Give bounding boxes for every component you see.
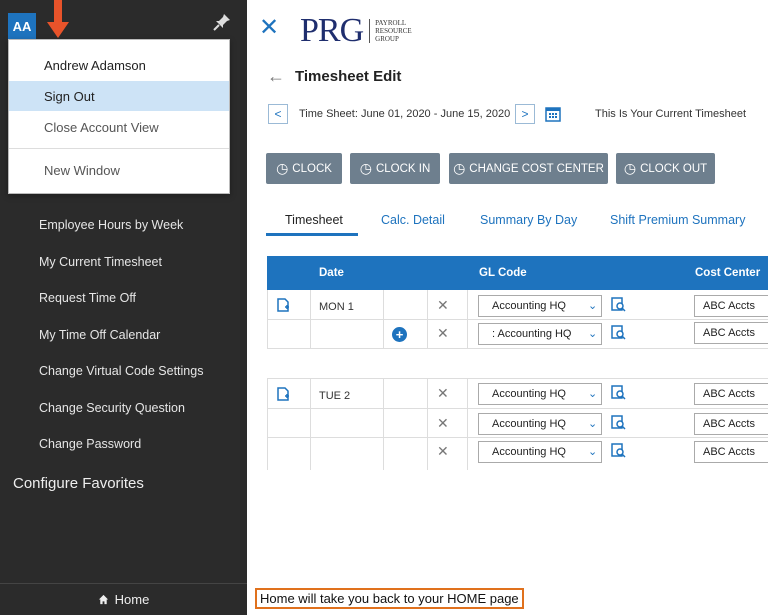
back-arrow-icon[interactable]: ← bbox=[267, 66, 285, 87]
clock-out-button[interactable]: ◷ CLOCK OUT bbox=[616, 153, 715, 184]
next-period-button[interactable]: > bbox=[515, 104, 535, 124]
account-dropdown: Andrew Adamson Sign Out Close Account Vi… bbox=[8, 39, 230, 194]
change-cost-center-button[interactable]: ◷ CHANGE COST CENTER bbox=[449, 153, 608, 184]
logo-line-3: GROUP bbox=[375, 35, 399, 43]
row-date: TUE 2 bbox=[319, 390, 351, 402]
add-entry-icon[interactable] bbox=[276, 387, 290, 401]
lookup-icon[interactable] bbox=[611, 385, 626, 400]
lookup-icon[interactable] bbox=[611, 415, 626, 430]
active-tab-indicator bbox=[266, 233, 358, 236]
clock-button[interactable]: ◷ CLOCK bbox=[266, 153, 342, 184]
dropdown-divider bbox=[9, 148, 229, 149]
sign-out-item[interactable]: Sign Out bbox=[9, 81, 229, 111]
cost-center-field[interactable]: ABC Accts bbox=[694, 322, 768, 344]
pin-icon[interactable] bbox=[212, 12, 232, 32]
grid-line bbox=[310, 378, 311, 470]
new-window-item[interactable]: New Window bbox=[9, 155, 229, 185]
grid-line bbox=[267, 408, 768, 409]
cost-center-field[interactable]: ABC Accts bbox=[694, 383, 768, 405]
chevron-down-icon[interactable]: ⌄ bbox=[588, 299, 597, 312]
clock-in-label: CLOCK IN bbox=[375, 162, 431, 175]
tab-timesheet[interactable]: Timesheet bbox=[285, 213, 343, 227]
grid-line bbox=[467, 378, 468, 470]
clock-label: CLOCK bbox=[292, 162, 332, 175]
chevron-down-icon[interactable]: ⌄ bbox=[588, 387, 597, 400]
clock-icon: ◷ bbox=[276, 160, 289, 176]
cost-center-field[interactable]: ABC Accts bbox=[694, 441, 768, 463]
tab-calc-detail[interactable]: Calc. Detail bbox=[381, 213, 445, 227]
delete-icon[interactable]: ✕ bbox=[437, 385, 449, 402]
header-date: Date bbox=[319, 267, 344, 279]
clock-out-label: CLOCK OUT bbox=[640, 162, 708, 175]
header-cost-center: Cost Center bbox=[695, 267, 761, 279]
header-gl-code: GL Code bbox=[479, 267, 527, 279]
change-cost-center-icon: ◷ bbox=[453, 160, 466, 176]
logo-prg-text: PRG bbox=[300, 12, 364, 49]
gl-code-select[interactable]: : Accounting HQ bbox=[478, 323, 602, 345]
close-account-view-item[interactable]: Close Account View bbox=[9, 112, 229, 142]
clock-in-button[interactable]: ◷ CLOCK IN bbox=[350, 153, 440, 184]
grid-line bbox=[267, 437, 768, 438]
home-icon bbox=[98, 594, 108, 605]
page-title: Timesheet Edit bbox=[295, 68, 402, 85]
logo-subtitle: PAYROLL RESOURCE GROUP bbox=[369, 19, 412, 43]
tab-summary-by-day[interactable]: Summary By Day bbox=[480, 213, 577, 227]
delete-icon[interactable]: ✕ bbox=[437, 415, 449, 432]
sidebar-item-time-off-calendar[interactable]: My Time Off Calendar bbox=[39, 328, 160, 342]
cost-center-field[interactable]: ABC Accts bbox=[694, 295, 768, 317]
red-arrow-icon bbox=[47, 0, 69, 38]
delete-icon[interactable]: ✕ bbox=[437, 443, 449, 460]
delete-icon[interactable]: ✕ bbox=[437, 297, 449, 314]
chevron-down-icon[interactable]: ⌄ bbox=[588, 327, 597, 340]
clock-in-icon: ◷ bbox=[359, 160, 372, 176]
home-label: Home bbox=[114, 592, 150, 607]
blank-area bbox=[247, 470, 768, 588]
calendar-icon[interactable] bbox=[545, 106, 561, 122]
grid-line bbox=[267, 348, 768, 349]
gl-code-select[interactable]: Accounting HQ bbox=[478, 383, 602, 405]
add-entry-icon[interactable] bbox=[276, 298, 290, 312]
sidebar-item-employee-hours[interactable]: Employee Hours by Week bbox=[39, 218, 183, 232]
tab-shift-premium-summary[interactable]: Shift Premium Summary bbox=[610, 213, 745, 227]
home-button[interactable]: Home bbox=[0, 583, 247, 615]
gl-code-select[interactable]: Accounting HQ bbox=[478, 295, 602, 317]
grid-line bbox=[267, 319, 768, 320]
chevron-down-icon[interactable]: ⌄ bbox=[588, 417, 597, 430]
change-cost-center-label: CHANGE COST CENTER bbox=[469, 162, 604, 175]
close-icon[interactable]: ✕ bbox=[259, 16, 279, 40]
prg-logo: PRG PAYROLL RESOURCE GROUP bbox=[300, 14, 412, 48]
cost-center-field[interactable]: ABC Accts bbox=[694, 413, 768, 435]
configure-favorites[interactable]: Configure Favorites bbox=[13, 475, 144, 492]
sidebar-item-current-timesheet[interactable]: My Current Timesheet bbox=[39, 255, 162, 269]
gl-code-select[interactable]: Accounting HQ bbox=[478, 441, 602, 463]
delete-icon[interactable]: ✕ bbox=[437, 325, 449, 342]
lookup-icon[interactable] bbox=[611, 443, 626, 458]
logo-line-1: PAYROLL bbox=[375, 19, 407, 27]
lookup-icon[interactable] bbox=[611, 325, 626, 340]
gl-code-select[interactable]: Accounting HQ bbox=[478, 413, 602, 435]
add-row-icon[interactable]: + bbox=[392, 327, 407, 342]
timesheet-period: Time Sheet: June 01, 2020 - June 15, 202… bbox=[299, 108, 511, 120]
prev-period-button[interactable]: < bbox=[268, 104, 288, 124]
table-header: Date GL Code Cost Center bbox=[267, 256, 768, 290]
current-timesheet-label: This Is Your Current Timesheet bbox=[595, 108, 747, 120]
account-name: Andrew Adamson bbox=[44, 57, 146, 73]
chevron-down-icon[interactable]: ⌄ bbox=[588, 445, 597, 458]
sidebar-item-request-time-off[interactable]: Request Time Off bbox=[39, 291, 136, 305]
home-caption: Home will take you back to your HOME pag… bbox=[255, 588, 524, 609]
clock-out-icon: ◷ bbox=[623, 160, 637, 176]
grid-line bbox=[267, 378, 268, 470]
avatar[interactable]: AA bbox=[8, 13, 36, 39]
grid-line bbox=[427, 378, 428, 470]
sidebar-item-security-question[interactable]: Change Security Question bbox=[39, 401, 185, 415]
logo-line-2: RESOURCE bbox=[375, 27, 412, 35]
lookup-icon[interactable] bbox=[611, 297, 626, 312]
sidebar-item-virtual-code[interactable]: Change Virtual Code Settings bbox=[39, 364, 203, 378]
grid-line bbox=[383, 378, 384, 470]
sidebar-item-change-password[interactable]: Change Password bbox=[39, 437, 141, 451]
row-date: MON 1 bbox=[319, 301, 354, 313]
grid-line bbox=[267, 378, 768, 379]
